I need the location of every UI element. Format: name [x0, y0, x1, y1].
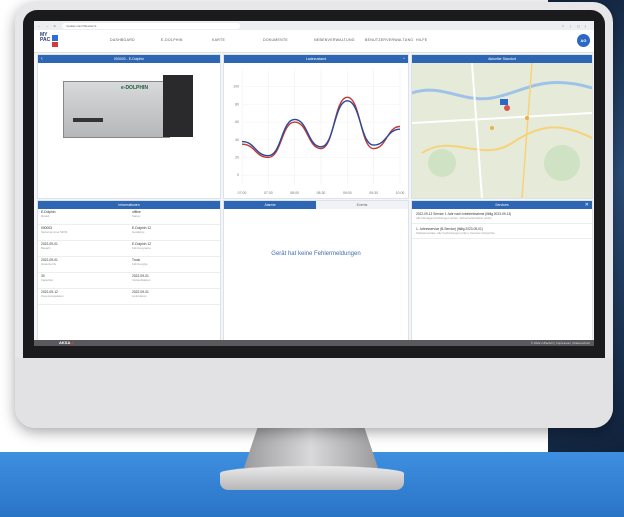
chart-title: Ladezustand — [305, 57, 327, 61]
main-menu: DASHBOARD E-DOLPHIN KARTE DOKUMENTE NEBE… — [110, 38, 467, 42]
device-product-label: e-DOLPHIN — [121, 85, 148, 91]
service-desc: Alle Montagevorrichtungen prüfen, Sicher… — [416, 216, 492, 220]
app-footer: AKSA ■ © 2022 inPacGO | Impressum | Date… — [34, 340, 594, 346]
screen: ← → C myofac.com/?device=1 ☆ ⋮ ▢ ⤓ MY PA… — [34, 21, 594, 346]
menu-e-dolphin[interactable]: E-DOLPHIN — [161, 38, 212, 42]
y-tick-label: 0 — [237, 173, 239, 177]
monitor-bezel: ← → C myofac.com/?device=1 ☆ ⋮ ▢ ⤓ MY PA… — [23, 10, 605, 358]
location-panel-header: Aktueller Standort — [412, 55, 592, 63]
info-panel: Informationen E-Dolphin Modell offline Sta… — [37, 200, 221, 342]
x-tick-label: 07:00 — [238, 191, 247, 195]
no-alarms-message: Gerät hat keine Fehlermeldungen — [271, 251, 361, 257]
services-panel: Services ✕ 2022-09-13 Service 1 Jahr nac… — [411, 200, 593, 342]
logo-blue-block — [52, 35, 58, 41]
y-tick-label: 100 — [233, 85, 239, 89]
device-body — [63, 81, 170, 138]
user-avatar[interactable]: AG — [577, 34, 590, 47]
monitor-chin — [15, 358, 613, 428]
device-panel: ‹ 000003 - E-Dolphin e-DOLPHIN — [37, 54, 221, 199]
info-row: 000003 Seriennummer MIOS E-Dolphin 12 Gerä… — [38, 225, 220, 241]
y-tick-label: 80 — [235, 102, 239, 106]
browser-tools[interactable]: ☆ ⋮ ▢ ⤓ — [562, 24, 588, 28]
expand-icon[interactable]: ▫ — [403, 55, 405, 63]
services-panel-header: Services ✕ — [412, 201, 592, 209]
chart-panel: Ladezustand ▫ 07:00 07:30 08:00 08:30 09:00 0… — [223, 54, 409, 199]
service-desc: Softwareupdate, Alle Verbindungen prüfen… — [416, 231, 495, 235]
info-row: E-Dolphin Modell offline Status — [38, 209, 220, 225]
info-key: Kapazität — [41, 278, 53, 282]
info-key: Lieferdatum — [132, 294, 147, 298]
y-tick-label: 40 — [235, 138, 239, 142]
x-tick-label: 10:00 — [396, 191, 405, 195]
footer-brand-a: AKSA — [59, 340, 71, 345]
map-graphics — [412, 63, 592, 198]
location-title: Aktueller Standort — [488, 57, 516, 61]
charge-chart: 07:00 07:30 08:00 08:30 09:00 09:30 10:00 0 20 40… — [233, 69, 405, 195]
device-image: e-DOLPHIN — [63, 73, 193, 143]
service-item[interactable]: 1. Jahresservice (B-Service) (fällig 202… — [412, 224, 592, 239]
back-arrow-icon[interactable]: ‹ — [41, 55, 43, 63]
menu-karte[interactable]: KARTE — [212, 38, 263, 42]
logo-red-block — [52, 42, 58, 47]
info-key: Fahrzeugname — [132, 246, 151, 250]
menu-dashboard[interactable]: DASHBOARD — [110, 38, 161, 42]
info-row: 2022-09-01 Baujahr E-Dolphin 12 Fahrzeugna… — [38, 241, 220, 257]
monitor-base — [220, 466, 404, 490]
info-key: Fahrzeugtyp — [132, 262, 148, 266]
y-tick-label: 20 — [235, 155, 239, 159]
menu-hilfe[interactable]: HILFE — [416, 38, 467, 42]
info-key: Seriennummer MIOS — [41, 230, 68, 234]
tab-events[interactable]: Events — [316, 201, 408, 209]
footer-brand-mark: ■ — [70, 340, 74, 345]
map[interactable] — [412, 63, 592, 198]
device-panel-header: ‹ 000003 - E-Dolphin — [38, 55, 220, 63]
x-tick-label: 07:30 — [264, 191, 273, 195]
info-key: Verkaufsdatum — [132, 278, 151, 282]
y-tick-label: 60 — [235, 120, 239, 124]
chart-panel-header: Ladezustand ▫ — [224, 55, 408, 63]
device-front-grille — [163, 75, 193, 137]
footer-copyright[interactable]: © 2022 inPacGO | Impressum | Datenschutz — [531, 340, 590, 346]
x-tick-label: 09:00 — [343, 191, 352, 195]
device-stripe — [73, 118, 103, 122]
info-table: E-Dolphin Modell offline Status 000003 Seri… — [38, 209, 220, 305]
x-tick-label: 09:30 — [369, 191, 378, 195]
info-key: Garantie bis — [41, 262, 57, 266]
device-panel-title: 000003 - E-Dolphin — [113, 57, 145, 61]
tab-alarme[interactable]: Alarme — [224, 201, 316, 209]
info-key: Baujahr — [41, 246, 51, 250]
info-key: Gerätetyp — [132, 230, 145, 234]
x-tick-label: 08:30 — [317, 191, 326, 195]
browser-nav-buttons[interactable]: ← → C — [38, 24, 58, 28]
info-key: Modell — [41, 214, 50, 218]
monitor-stand — [244, 428, 378, 468]
services-title: Services — [495, 203, 509, 207]
app-logo[interactable]: MY PAC — [40, 33, 60, 49]
alarm-tabs: Alarme Events — [224, 201, 408, 209]
x-tick-label: 08:00 — [290, 191, 299, 195]
info-row: 2022-09-12 Zuweisungsdatum 2022-09-01 Lief… — [38, 289, 220, 305]
monitor: ← → C myofac.com/?device=1 ☆ ⋮ ▢ ⤓ MY PA… — [15, 2, 613, 428]
app-navbar: MY PAC DASHBOARD E-DOLPHIN KARTE DOKUMEN… — [34, 30, 594, 53]
address-bar[interactable]: myofac.com/?device=1 — [61, 22, 240, 29]
info-row: 30 Kapazität 2022-09-01 Verkaufsdatum — [38, 273, 220, 289]
menu-nebenverwaltung[interactable]: NEBENVERWALTUNG — [314, 38, 365, 42]
menu-dokumente[interactable]: DOKUMENTE — [263, 38, 314, 42]
footer-brand: AKSA ■ — [59, 340, 74, 346]
close-icon[interactable]: ✕ — [585, 201, 589, 209]
location-panel: Aktueller Standort — [411, 54, 593, 199]
menu-benutzerverwaltung[interactable]: BENUTZERVERWALTUNG — [365, 38, 416, 42]
info-panel-header: Informationen — [38, 201, 220, 209]
browser-toolbar: ← → C myofac.com/?device=1 ☆ ⋮ ▢ ⤓ — [34, 21, 594, 30]
alarms-panel: Alarme Events Gerät hat keine Fehlermeld… — [223, 200, 409, 342]
info-key: Status — [132, 214, 140, 218]
info-key: Zuweisungsdatum — [41, 294, 64, 298]
service-item[interactable]: 2022-09-13 Service 1 Jahr nach Inbetrieb… — [412, 209, 592, 224]
info-row: 2022-09-01 Garantie bis Truck Fahrzeugtyp — [38, 257, 220, 273]
info-title: Informationen — [118, 203, 140, 207]
